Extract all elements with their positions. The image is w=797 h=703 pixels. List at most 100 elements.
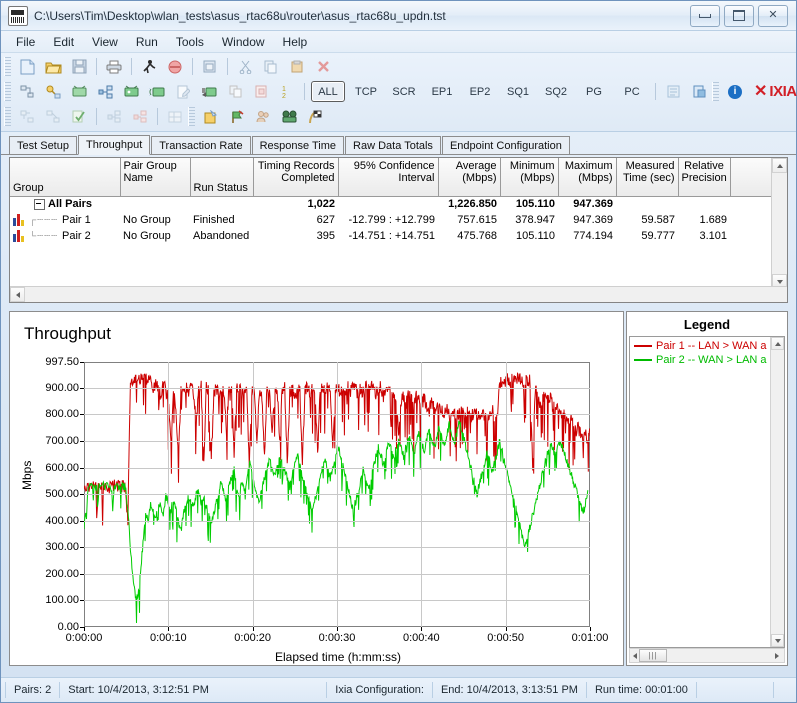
collapse-icon[interactable] bbox=[34, 198, 45, 210]
column-header-group[interactable]: Group bbox=[10, 158, 121, 197]
menu-item-edit[interactable]: Edit bbox=[44, 32, 83, 52]
add-video-pair-icon[interactable] bbox=[119, 80, 143, 103]
cell-filler bbox=[730, 196, 775, 212]
copy-pair-icon[interactable] bbox=[249, 80, 273, 103]
add-multicast-pair-icon[interactable] bbox=[67, 80, 91, 103]
legend-scroll-down-button[interactable] bbox=[771, 634, 784, 647]
tab-raw-data-totals[interactable]: Raw Data Totals bbox=[345, 136, 441, 154]
toolbar-grip[interactable] bbox=[4, 82, 11, 101]
filter-button-tcp[interactable]: TCP bbox=[349, 81, 383, 102]
properties-icon[interactable] bbox=[661, 80, 685, 103]
table-row[interactable]: ┌┄┄┄ Pair 1 No Group Finished 627 -12.79… bbox=[10, 212, 775, 228]
column-header-maximum[interactable]: Maximum (Mbps) bbox=[558, 158, 617, 197]
column-header-measured-time[interactable]: Measured Time (sec) bbox=[616, 158, 679, 197]
validate-icon[interactable] bbox=[67, 105, 91, 128]
close-button[interactable]: ✕ bbox=[758, 4, 788, 27]
chart-y-tick-label: 700.00 bbox=[45, 435, 79, 448]
column-header-confidence-interval[interactable]: 95% Confidence Interval bbox=[338, 158, 439, 197]
filter-button-pg[interactable]: PG bbox=[577, 81, 611, 102]
cell-average: 475.768 bbox=[457, 230, 497, 242]
filter-button-scr[interactable]: SCR bbox=[387, 81, 421, 102]
menu-item-window[interactable]: Window bbox=[213, 32, 274, 52]
grid-horizontal-scrollbar[interactable] bbox=[10, 286, 787, 302]
run-script-icon[interactable] bbox=[199, 105, 223, 128]
maximize-button[interactable] bbox=[724, 4, 754, 27]
toolbar-grip[interactable] bbox=[188, 107, 195, 126]
tab-test-setup[interactable]: Test Setup bbox=[9, 136, 77, 154]
open-folder-icon[interactable] bbox=[41, 55, 65, 78]
add-pair-endpoint-icon[interactable] bbox=[41, 80, 65, 103]
stop-test-icon[interactable] bbox=[163, 55, 187, 78]
arrow-left-icon[interactable] bbox=[633, 652, 637, 659]
scroll-up-button[interactable] bbox=[772, 158, 787, 173]
menu-item-help[interactable]: Help bbox=[274, 32, 317, 52]
column-header-pair-group-name[interactable]: Pair Group Name bbox=[120, 158, 191, 197]
menu-item-view[interactable]: View bbox=[83, 32, 127, 52]
copy-pairs-icon[interactable] bbox=[198, 55, 222, 78]
list-item[interactable]: Pair 2 -- WAN > LAN a bbox=[632, 353, 784, 367]
ungroup-pairs-icon[interactable] bbox=[128, 105, 152, 128]
print-icon[interactable] bbox=[102, 55, 126, 78]
arrow-right-icon[interactable] bbox=[775, 652, 779, 659]
filter-button-sq2[interactable]: SQ2 bbox=[539, 81, 573, 102]
menu-item-file[interactable]: File bbox=[7, 32, 44, 52]
tab-endpoint-configuration[interactable]: Endpoint Configuration bbox=[441, 136, 570, 154]
add-pair-icon[interactable] bbox=[15, 80, 39, 103]
align-icon[interactable] bbox=[163, 105, 187, 128]
menu-item-run[interactable]: Run bbox=[127, 32, 167, 52]
list-item[interactable]: Pair 1 -- LAN > WAN a bbox=[632, 339, 784, 353]
users-icon[interactable] bbox=[251, 105, 275, 128]
minimize-button[interactable] bbox=[690, 4, 720, 27]
column-header-minimum[interactable]: Minimum (Mbps) bbox=[500, 158, 559, 197]
flag-icon[interactable] bbox=[225, 105, 249, 128]
scroll-left-button[interactable] bbox=[10, 287, 25, 302]
swap-endpoints-icon[interactable] bbox=[15, 105, 39, 128]
add-voip-pair-icon[interactable] bbox=[145, 80, 169, 103]
column-header-timing-records[interactable]: Timing Records Completed bbox=[253, 158, 339, 197]
tab-response-time[interactable]: Response Time bbox=[251, 136, 345, 154]
column-header-average[interactable]: Average (Mbps) bbox=[438, 158, 501, 197]
chart-x-tick-mark bbox=[252, 627, 254, 631]
paste-icon[interactable] bbox=[285, 55, 309, 78]
clone-pair-icon[interactable] bbox=[223, 80, 247, 103]
finish-flag-icon[interactable] bbox=[303, 105, 327, 128]
copy-icon[interactable] bbox=[259, 55, 283, 78]
edit-pair-icon[interactable] bbox=[171, 80, 195, 103]
tab-transaction-rate[interactable]: Transaction Rate bbox=[151, 136, 251, 154]
legend-scroll-thumb[interactable]: ||| bbox=[639, 649, 667, 662]
toolbar-grip[interactable] bbox=[4, 107, 11, 126]
run-test-icon[interactable] bbox=[137, 55, 161, 78]
info-icon[interactable]: i bbox=[723, 80, 747, 103]
swap-pair-icon[interactable] bbox=[41, 105, 65, 128]
legend-scroll-up-button[interactable] bbox=[771, 337, 784, 350]
filter-button-ep2[interactable]: EP2 bbox=[463, 81, 497, 102]
toolbar-grip[interactable] bbox=[712, 82, 719, 101]
table-row[interactable]: └┄┄┄ Pair 2 No Group Abandoned 395 -14.7… bbox=[10, 228, 775, 244]
hardware-pair-icon[interactable] bbox=[197, 80, 221, 103]
menu-item-tools[interactable]: Tools bbox=[167, 32, 213, 52]
export-icon[interactable] bbox=[687, 80, 711, 103]
group-pairs-icon[interactable] bbox=[102, 105, 126, 128]
maximize-icon bbox=[733, 10, 745, 21]
cut-icon[interactable] bbox=[233, 55, 257, 78]
column-header-filler bbox=[730, 158, 775, 197]
legend-vertical-scrollbar[interactable] bbox=[770, 337, 784, 647]
grid-vertical-scrollbar[interactable] bbox=[771, 158, 787, 289]
add-pair-group-icon[interactable] bbox=[93, 80, 117, 103]
filter-button-all[interactable]: ALL bbox=[311, 81, 345, 102]
video-chart-icon[interactable] bbox=[277, 105, 301, 128]
sequence-icon[interactable]: 12 bbox=[275, 80, 299, 103]
save-disk-icon[interactable] bbox=[67, 55, 91, 78]
filter-button-sq1[interactable]: SQ1 bbox=[501, 81, 535, 102]
table-row[interactable]: All Pairs 1,022 1,226.850 105.110 947.36… bbox=[10, 196, 775, 212]
chart-x-tick-mark bbox=[505, 627, 507, 631]
new-document-icon[interactable] bbox=[15, 55, 39, 78]
column-header-relative-precision[interactable]: Relative Precision bbox=[678, 158, 731, 197]
column-header-run-status[interactable]: Run Status bbox=[190, 158, 254, 197]
toolbar-grip[interactable] bbox=[4, 57, 11, 76]
filter-button-ep1[interactable]: EP1 bbox=[425, 81, 459, 102]
legend-horizontal-scrollbar[interactable]: ||| bbox=[629, 648, 785, 663]
delete-icon[interactable] bbox=[311, 55, 335, 78]
tab-throughput[interactable]: Throughput bbox=[77, 135, 151, 155]
filter-button-pc[interactable]: PC bbox=[615, 81, 649, 102]
